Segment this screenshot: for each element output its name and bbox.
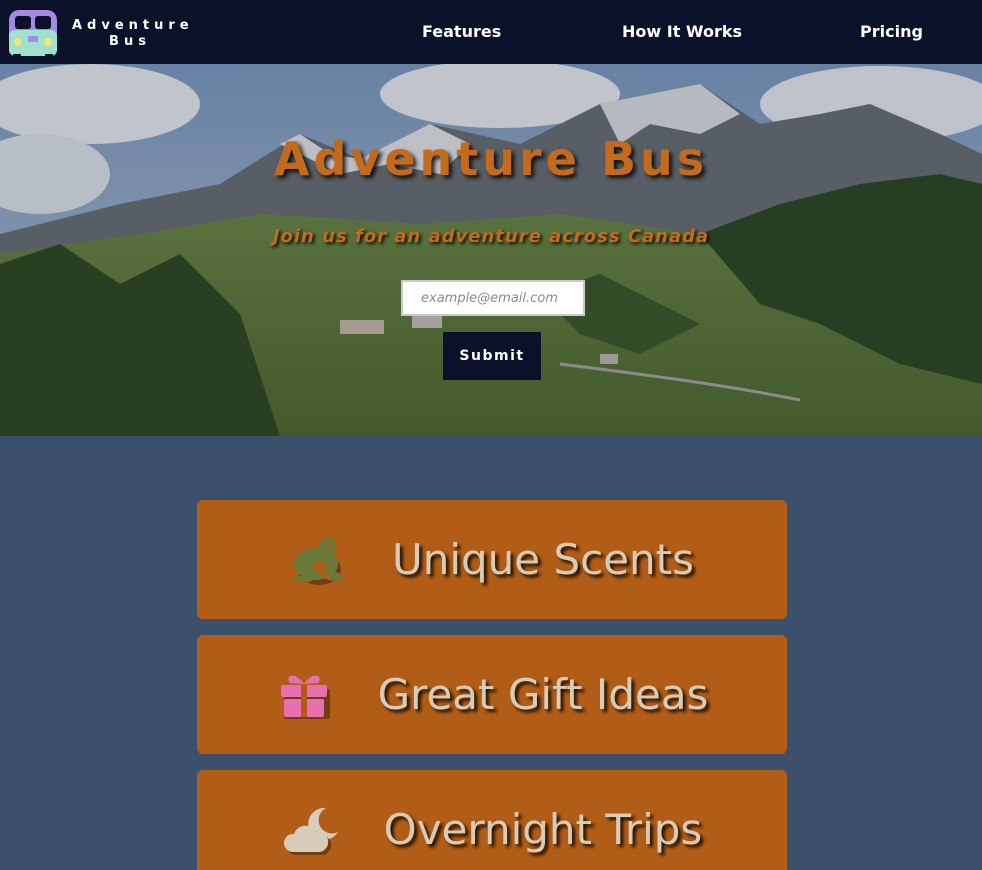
- brand-name[interactable]: Adventure Bus: [72, 18, 194, 50]
- hero-overlay: [0, 64, 982, 436]
- nav-link-features[interactable]: Features: [422, 22, 501, 41]
- frog-icon: [290, 534, 350, 586]
- feature-label: Great Gift Ideas: [377, 670, 709, 719]
- feature-card-gift-ideas: Great Gift Ideas: [197, 635, 787, 754]
- nav-link-pricing[interactable]: Pricing: [860, 22, 923, 41]
- brand-line-1: Adventure: [72, 18, 194, 33]
- bus-logo-icon[interactable]: [6, 4, 60, 60]
- hero-subtitle: Join us for an adventure across Canada: [272, 226, 710, 247]
- feature-label: Unique Scents: [391, 535, 695, 584]
- email-input[interactable]: [401, 280, 585, 316]
- hero-title: Adventure Bus: [273, 132, 709, 186]
- submit-button[interactable]: Submit: [443, 332, 541, 380]
- top-navbar: Adventure Bus Features How It Works Pric…: [0, 0, 982, 64]
- hero-section: Adventure Bus Join us for an adventure a…: [0, 64, 982, 436]
- nav-link-how-it-works[interactable]: How It Works: [622, 22, 742, 41]
- feature-label: Overnight Trips: [383, 805, 703, 854]
- cloud-moon-icon: [282, 804, 342, 856]
- feature-card-unique-scents: Unique Scents: [197, 500, 787, 619]
- feature-card-overnight-trips: Overnight Trips: [197, 770, 787, 870]
- brand-line-2: Bus: [109, 34, 151, 49]
- gift-icon: [276, 669, 336, 721]
